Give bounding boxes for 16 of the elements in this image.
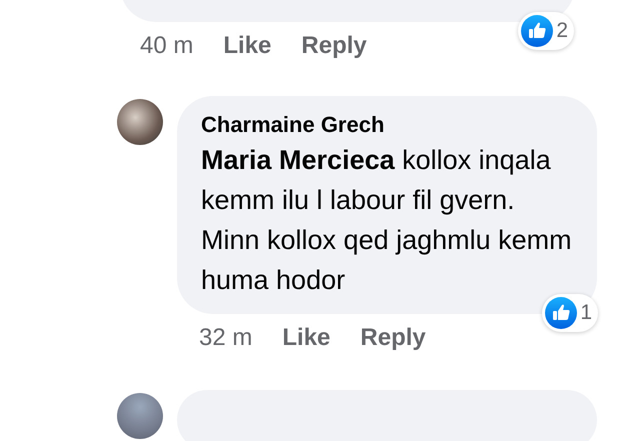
reaction-badge[interactable]: 2	[518, 12, 574, 50]
reaction-count: 2	[556, 19, 568, 43]
reply-link[interactable]: Reply	[360, 324, 426, 352]
thumbs-up-icon	[521, 15, 554, 47]
reaction-badge[interactable]: 1	[542, 294, 598, 332]
like-link[interactable]: Like	[282, 324, 330, 352]
comment-author[interactable]: Charmaine Grech	[201, 110, 577, 140]
reply-link[interactable]: Reply	[301, 32, 367, 60]
comment-time: 40 m	[140, 32, 194, 60]
like-link[interactable]: Like	[223, 32, 272, 60]
avatar-photo	[117, 99, 163, 145]
thumbs-up-icon	[545, 297, 578, 329]
reaction-count: 1	[580, 301, 592, 325]
comment-text: Maria Mercieca kollox inqala kemm ilu l labour fil gvern. Minn kollox qed jaghmlu kemm huma hodor	[201, 144, 573, 297]
comment-time: 32 m	[199, 324, 252, 352]
avatar-photo	[117, 393, 163, 439]
